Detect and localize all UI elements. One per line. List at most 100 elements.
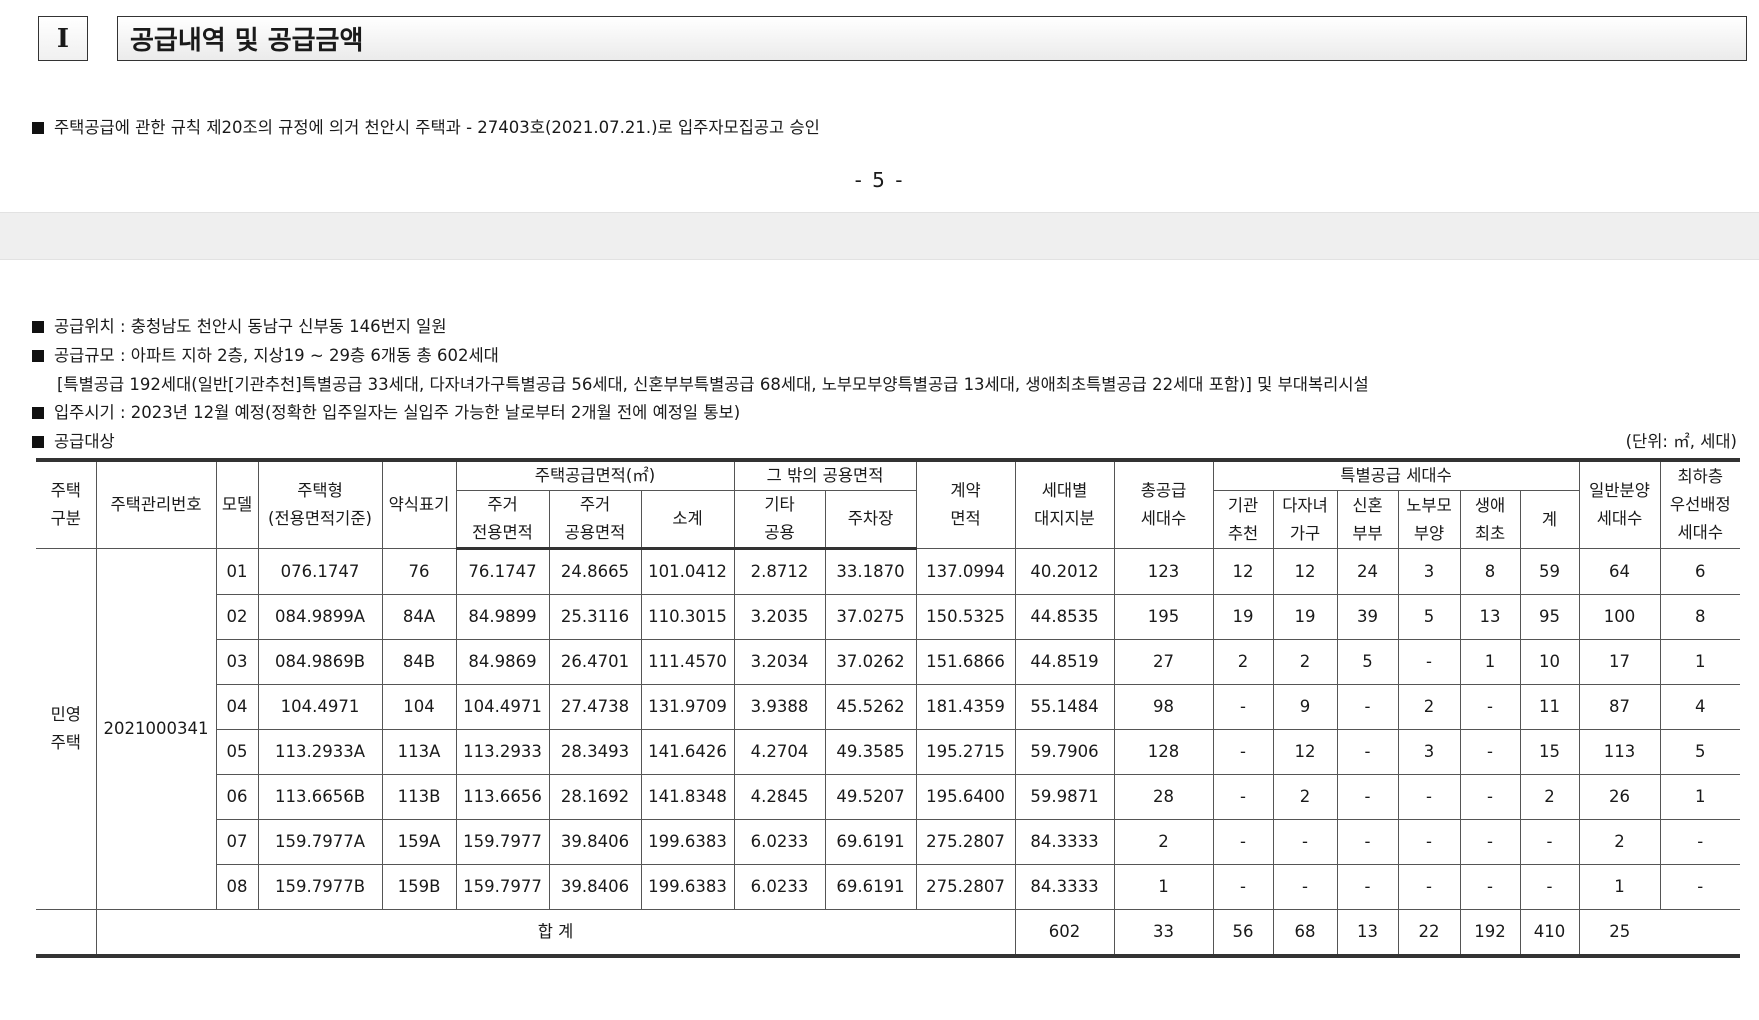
table-cell: 9	[1272, 684, 1338, 731]
table-cell: -	[1272, 864, 1338, 911]
hdr-housing-type: 주택 구분	[36, 459, 97, 550]
info-move-in: 입주시기 : 2023년 12월 예정(정확한 입주일자는 실입주 가능한 날로…	[54, 403, 741, 422]
total-cell: 192	[1459, 909, 1521, 957]
table-cell: 131.9709	[640, 684, 735, 731]
hdr-general: 일반분양 세대수	[1578, 459, 1661, 550]
hdr-elderly: 노부모 부양	[1397, 490, 1461, 550]
info-location: 공급위치 : 충청남도 천안시 동남구 신부동 146번지 일원	[54, 317, 447, 336]
table-cell: 4	[1659, 684, 1741, 731]
table-cell: 137.0994	[915, 548, 1016, 596]
table-cell: 03	[215, 639, 259, 686]
hdr-exclusive: 주거 전용면적	[455, 490, 550, 551]
total-row: 합 계 602 33 56 68 13 22 192 410 25	[36, 909, 1740, 957]
info-target: 공급대상	[54, 432, 115, 451]
total-blank-cell	[36, 909, 97, 957]
square-bullet-icon	[32, 407, 44, 419]
table-cell: 3.9388	[733, 684, 826, 731]
page-separator	[0, 212, 1759, 260]
info-location-line: 공급위치 : 충청남도 천안시 동남구 신부동 146번지 일원	[32, 313, 447, 337]
hdr-newlywed: 신혼 부부	[1336, 490, 1399, 550]
table-cell: 69.6191	[824, 819, 917, 866]
table-cell: 2	[1272, 774, 1338, 821]
table-cell: 159A	[381, 819, 457, 866]
table-cell: 113.2933	[455, 729, 550, 776]
table-body: 민영 주택 2021000341 01 076.1747 76 76.1747 24.866…	[36, 548, 1741, 957]
table-cell: 3	[1397, 548, 1461, 596]
table-cell: 3.2034	[733, 639, 826, 686]
table-cell: 1	[1578, 864, 1661, 911]
table-row: 06 113.6656B 113B 113.6656 28.1692 141.8348 4.…	[36, 774, 1741, 821]
table-cell: -	[1459, 684, 1521, 731]
table-cell: -	[1212, 819, 1274, 866]
table-cell: -	[1397, 639, 1461, 686]
hdr-model: 모델	[215, 459, 259, 550]
table-cell: -	[1459, 774, 1521, 821]
square-bullet-icon	[32, 350, 44, 362]
total-label: 합 계	[95, 909, 1016, 957]
table-cell: 1	[1659, 774, 1741, 821]
table-cell: 84B	[381, 639, 457, 686]
table-cell: 17	[1578, 639, 1661, 686]
mgmt-number-cell: 2021000341	[95, 548, 217, 911]
table-cell: 95	[1519, 594, 1580, 641]
table-cell: 181.4359	[915, 684, 1016, 731]
table-cell: 19	[1212, 594, 1274, 641]
table-cell: 12	[1272, 548, 1338, 596]
table-cell: -	[1459, 819, 1521, 866]
hdr-common: 주거 공용면적	[548, 490, 642, 551]
table-cell: 28.1692	[548, 774, 642, 821]
table-cell: 1	[1113, 864, 1214, 911]
hdr-total-units: 총공급 세대수	[1113, 459, 1214, 550]
table-cell: 128	[1113, 729, 1214, 776]
hdr-institution: 기관 추천	[1212, 490, 1274, 550]
table-cell: 11	[1519, 684, 1580, 731]
table-cell: -	[1212, 684, 1274, 731]
table-cell: 55.1484	[1014, 684, 1115, 731]
table-cell: 13	[1459, 594, 1521, 641]
table-cell: 3.2035	[733, 594, 826, 641]
square-bullet-icon	[32, 436, 44, 448]
table-cell: 159.7977	[455, 819, 550, 866]
table-cell: 28	[1113, 774, 1214, 821]
table-cell: 159B	[381, 864, 457, 911]
table-cell: 2	[1212, 639, 1274, 686]
table-cell: -	[1519, 819, 1580, 866]
table-cell: 5	[1397, 594, 1461, 641]
hdr-first-time: 생애 최초	[1459, 490, 1521, 550]
unit-label: (단위: ㎡, 세대)	[1625, 432, 1737, 451]
table-cell: 39	[1336, 594, 1399, 641]
table-cell: 98	[1113, 684, 1214, 731]
table-cell: 84.9869	[455, 639, 550, 686]
hdr-supply-area: 주택공급면적(㎡)	[455, 459, 735, 492]
table-cell: 01	[215, 548, 259, 596]
table-cell: 104.4971	[455, 684, 550, 731]
approval-note: 주택공급에 관한 규칙 제20조의 규정에 의거 천안시 주택과 - 27403…	[54, 118, 820, 137]
table-cell: 2	[1519, 774, 1580, 821]
table-cell: 28.3493	[548, 729, 642, 776]
table-cell: 49.3585	[824, 729, 917, 776]
table-cell: 27.4738	[548, 684, 642, 731]
table-cell: 25.3116	[548, 594, 642, 641]
table-cell: 10	[1519, 639, 1580, 686]
hdr-special-sum: 계	[1519, 490, 1580, 550]
table-cell: 2.8712	[733, 548, 826, 596]
table-cell: 104.4971	[257, 684, 383, 731]
info-scale: 공급규모 : 아파트 지하 2층, 지상19 ~ 29층 6개동 총 602세대	[54, 346, 499, 365]
page-number: - 5 -	[854, 168, 905, 192]
table-cell: 150.5325	[915, 594, 1016, 641]
table-cell: -	[1336, 729, 1399, 776]
table-cell: 49.5207	[824, 774, 917, 821]
table-cell: 33.1870	[824, 548, 917, 596]
section-number: I	[38, 16, 88, 61]
hdr-multi-child: 다자녀 가구	[1272, 490, 1338, 550]
table-cell: 84A	[381, 594, 457, 641]
hdr-lowest-floor: 최하층 우선배정 세대수	[1659, 459, 1741, 550]
hdr-mgmt-no: 주택관리번호	[95, 459, 217, 550]
total-cell: 33	[1113, 909, 1214, 957]
table-cell: -	[1459, 729, 1521, 776]
square-bullet-icon	[32, 122, 44, 134]
hdr-subtotal: 소계	[640, 490, 735, 551]
table-cell: 59	[1519, 548, 1580, 596]
supply-table-wrapper: 주택 구분 주택관리번호 모델 주택형 (전용면적기준) 약식표기 주택공급면적…	[36, 458, 1741, 959]
table-cell: 113.6656B	[257, 774, 383, 821]
